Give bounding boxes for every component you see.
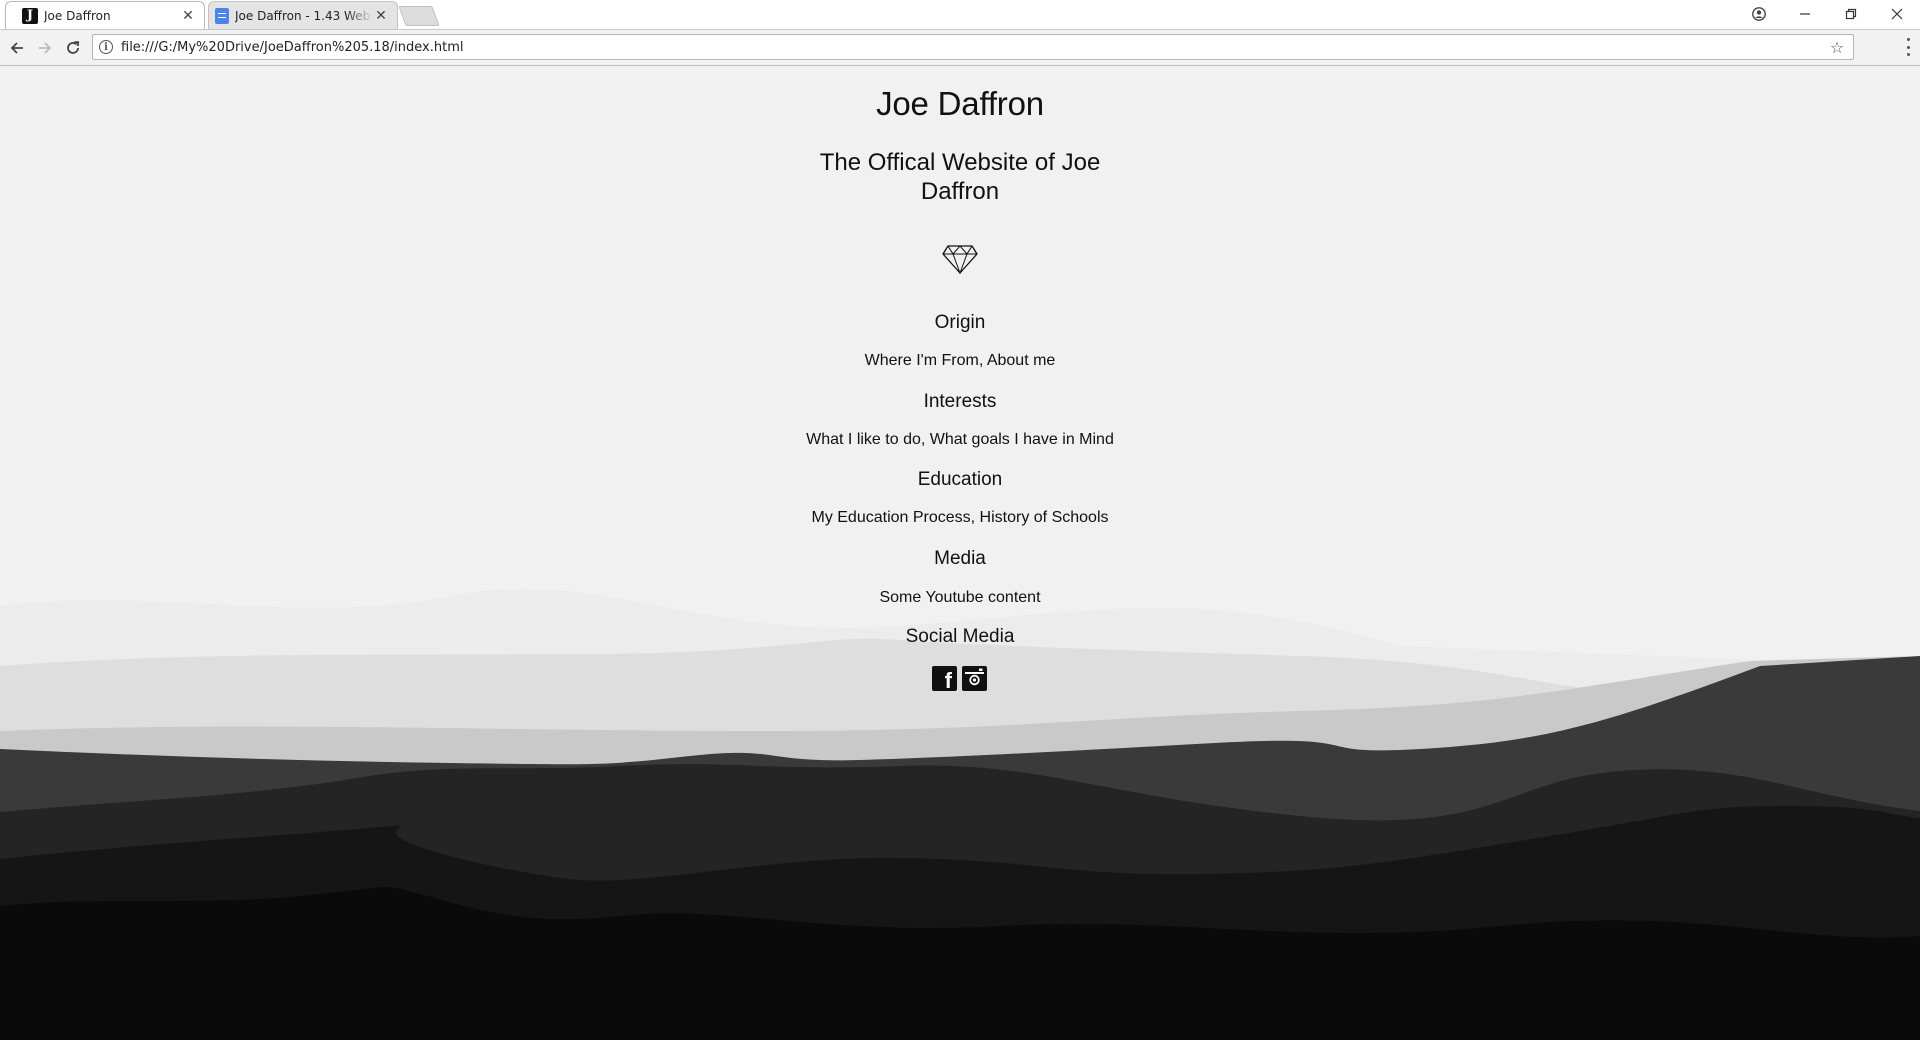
address-bar[interactable]: i file:///G:/My%20Drive/JoeDaffron%205.1… bbox=[92, 34, 1854, 60]
section-heading-origin[interactable]: Origin bbox=[0, 312, 1920, 334]
page-subtitle: The Offical Website of Joe Daffron bbox=[819, 149, 1101, 205]
section-desc-interests: What I like to do, What goals I have in … bbox=[806, 431, 1114, 448]
instagram-icon[interactable] bbox=[962, 666, 987, 691]
page-viewport: Joe Daffron The Offical Website of Joe D… bbox=[0, 66, 1920, 1040]
kebab-menu-icon[interactable] bbox=[1906, 38, 1910, 56]
restore-icon[interactable] bbox=[1828, 0, 1874, 28]
url-text[interactable]: file:///G:/My%20Drive/JoeDaffron%205.18/… bbox=[121, 40, 1825, 55]
tab-strip: J Joe Daffron ✕ Joe Daffron - 1.43 Websi… bbox=[0, 0, 1920, 30]
diamond-icon bbox=[942, 245, 978, 274]
social-links: f bbox=[932, 666, 990, 693]
tab-close-icon[interactable]: ✕ bbox=[180, 8, 196, 24]
tab-website-doc[interactable]: Joe Daffron - 1.43 Website ✕ bbox=[208, 1, 398, 29]
browser-toolbar: i file:///G:/My%20Drive/JoeDaffron%205.1… bbox=[0, 30, 1920, 66]
tab-joe-daffron[interactable]: J Joe Daffron ✕ bbox=[5, 1, 205, 29]
close-icon[interactable] bbox=[1874, 0, 1920, 28]
facebook-icon[interactable]: f bbox=[932, 666, 957, 693]
section-heading-media[interactable]: Media bbox=[0, 548, 1920, 570]
forward-arrow-icon[interactable] bbox=[33, 36, 57, 60]
star-icon[interactable]: ☆ bbox=[1825, 38, 1849, 57]
j-favicon-icon: J bbox=[22, 7, 38, 24]
window-controls bbox=[1736, 0, 1920, 28]
section-desc-education: My Education Process, History of Schools bbox=[811, 509, 1109, 526]
section-heading-education[interactable]: Education bbox=[0, 469, 1920, 491]
docs-icon bbox=[215, 7, 229, 24]
minimize-icon[interactable] bbox=[1782, 0, 1828, 28]
reload-icon[interactable] bbox=[61, 36, 85, 60]
page-title: Joe Daffron bbox=[876, 85, 1044, 122]
new-tab-button[interactable] bbox=[398, 6, 440, 26]
section-desc-media: Some Youtube content bbox=[879, 589, 1041, 606]
back-arrow-icon[interactable] bbox=[5, 36, 29, 60]
tab-title: Joe Daffron bbox=[44, 8, 111, 23]
social-media-heading: Social Media bbox=[905, 626, 1015, 647]
account-icon[interactable] bbox=[1736, 0, 1782, 28]
section-desc-origin: Where I'm From, About me bbox=[864, 352, 1056, 369]
info-icon[interactable]: i bbox=[99, 40, 113, 54]
tab-close-icon[interactable]: ✕ bbox=[373, 8, 389, 24]
tab-title: Joe Daffron - 1.43 Website bbox=[235, 8, 373, 23]
section-heading-interests[interactable]: Interests bbox=[0, 391, 1920, 413]
